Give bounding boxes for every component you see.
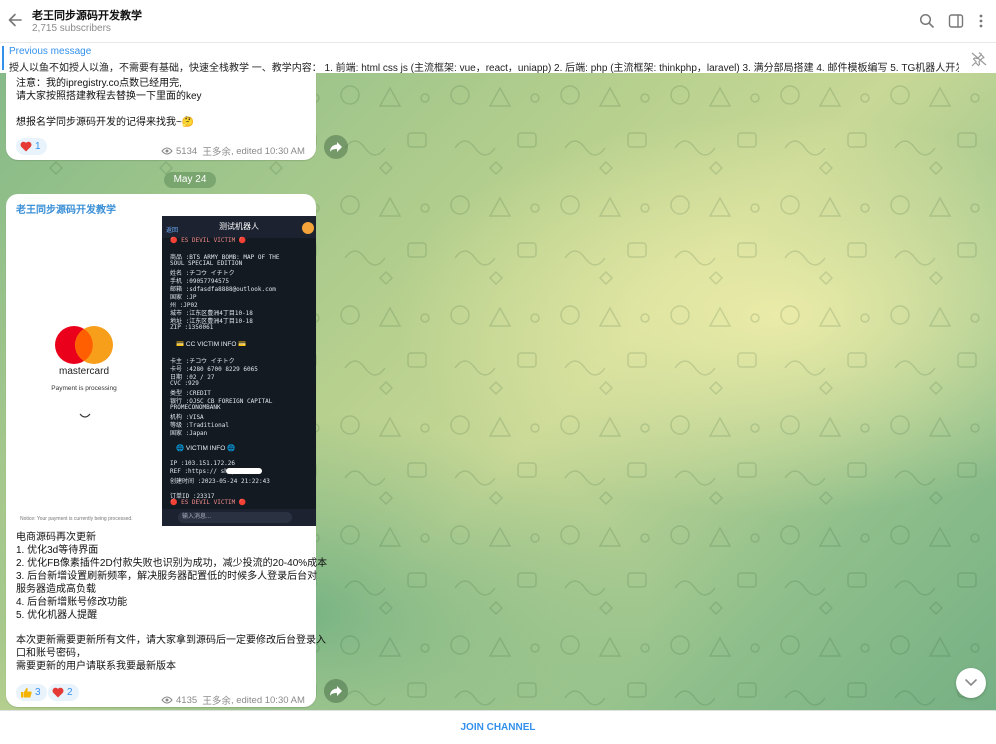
phone-section-title: 💳 CC VICTIM INFO 💳 [176,341,247,348]
phone-section-title: 🌐 VICTIM INFO 🌐 [176,445,236,452]
phone-text-line: 🔴 ES DEVIL VICTIM 🔴 [170,237,247,244]
phone-text-line: 创建时间 :2023-05-24 21:22:43 [170,478,270,485]
forward-button[interactable] [324,679,348,703]
reaction-heart[interactable]: 2 [48,684,79,701]
reaction-count: 3 [35,687,41,698]
reaction-heart[interactable]: 1 [16,138,47,155]
join-channel-button[interactable]: JOIN CHANNEL [0,711,996,744]
message-text-line: 4. 后台新增账号修改功能 [16,597,128,608]
phone-text-line: IP :103.151.172.26 [170,460,236,467]
reaction-thumbs-up[interactable]: 3 [16,684,47,701]
message-bubble[interactable]: 注意：我的ipregistry.co点数已经用完, 请大家按照搭建教程去替换一下… [6,73,316,160]
phone-avatar-icon [302,222,314,234]
redaction-mark [226,468,262,474]
thumbs-up-icon [21,688,32,698]
channel-title[interactable]: 老王同步源码开发教学 [32,7,142,23]
message-text-line: 需要更新的用户请联系我要最新版本 [16,661,176,672]
footer-bar: JOIN CHANNEL [0,710,996,744]
media-image-phone-screenshot[interactable]: 返回 测试机器人 🔴 ES DEVIL VICTIM 🔴 商品 :BTS ARM… [162,216,316,526]
forward-icon [330,142,342,152]
chevron-down-icon [965,679,977,687]
reaction-count: 2 [67,687,73,698]
phone-topbar: 返回 测试机器人 [162,216,316,238]
views-icon [161,147,173,155]
heart-icon [52,687,64,698]
payment-processing-text: Payment is processing [51,385,117,392]
message-bubble[interactable]: 老王同步源码开发教学 mastercard Payment is process… [6,194,327,707]
message-text-line: 请大家按照搭建教程去替换一下里面的key [16,91,202,102]
views-icon [161,696,173,704]
message-text-line: 3. 后台新增设置刷新频率，解决服务器配置低的时候多人登录后台对 [16,571,318,582]
message-text-line: 2. 优化FB像素插件2D付款失败也识别为成功，减少投流的20-40%成本 [16,558,328,569]
more-vertical-icon[interactable] [973,13,989,29]
phone-title: 测试机器人 [219,222,259,231]
message-text-line: 电商源码再次更新 [16,532,96,543]
edited-time: edited 10:30 AM [236,694,305,706]
message-text-line: 本次更新需要更新所有文件，请大家拿到源码后一定要修改后台登录入 [16,635,326,646]
message-meta: 5134 王多余, edited 10:30 AM [161,144,305,158]
pinned-message[interactable]: Previous message 授人以鱼不如授人以渔，不需要有基础，快速全栈教… [0,42,996,75]
media-image-mastercard[interactable]: mastercard Payment is processing Notice:… [6,216,162,526]
message-author[interactable]: 老王同步源码开发教学 [16,201,116,216]
heart-icon [20,141,32,152]
message-text-line: 想报名学同步源码开发的记得来找我~🤔 [16,117,195,128]
chat-area[interactable]: 注意：我的ipregistry.co点数已经用完, 请大家按照搭建教程去替换一下… [0,73,996,710]
forward-button[interactable] [324,135,348,159]
pinned-text: 授人以鱼不如授人以渔，不需要有基础，快速全栈教学 一、教学内容： 1. 前端: … [9,63,959,74]
author-signature: 王多余 [202,147,231,158]
message-text-line: 服务器造成高负载 [16,584,96,595]
phone-text-line: 🔴 ES DEVIL VICTIM 🔴 [170,499,247,506]
edited-time: edited 10:30 AM [236,145,305,157]
sidebar-toggle-icon[interactable] [948,13,964,29]
scroll-to-bottom-button[interactable] [956,668,986,698]
phone-text-line: ZIP :1350061 [170,324,214,331]
mastercard-logo-icon [55,326,113,364]
payment-notice: Notice: Your payment is currently being … [20,516,133,522]
message-text-line: 5. 优化机器人提醒 [16,610,98,621]
unpin-icon[interactable] [970,51,988,67]
reaction-count: 1 [35,141,41,152]
author-signature: 王多余 [202,696,231,707]
forward-icon [330,686,342,696]
subscriber-count: 2,715 subscribers [32,23,111,34]
pinned-indicator [2,46,4,70]
phone-text-line: PROMECONOMBANK [170,404,221,411]
message-text-line: 口和账号密码， [16,648,86,659]
search-icon[interactable] [919,13,935,29]
chat-header: 老王同步源码开发教学 2,715 subscribers [0,0,996,42]
pinned-title: Previous message [9,46,92,57]
spinner-icon [79,413,91,418]
back-arrow-icon[interactable] [6,11,24,29]
phone-text-line: SOUL SPECIAL EDITION [170,260,243,267]
phone-input-placeholder: 输入消息... [178,512,292,523]
message-meta: 4135 王多余, edited 10:30 AM [161,693,305,707]
message-text-line: 注意：我的ipregistry.co点数已经用完, [16,78,182,89]
view-count: 4135 [176,694,198,706]
mastercard-brand-text: mastercard [58,366,109,377]
phone-input-bar: 输入消息... [162,509,316,526]
view-count: 5134 [176,145,198,157]
phone-text-line: CVC :929 [170,380,199,387]
date-divider: May 24 [164,172,216,188]
phone-text-line: 国家 :Japan [170,430,208,437]
message-text-line: 1. 优化3d等待界面 [16,545,99,556]
